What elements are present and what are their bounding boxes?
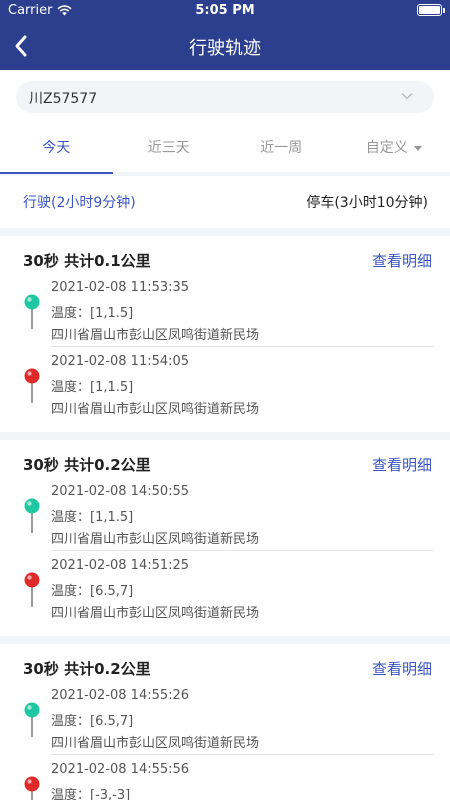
green-pin-icon: [24, 498, 40, 533]
status-time: 5:05 PM: [195, 3, 255, 18]
red-pin-icon: [24, 368, 40, 403]
view-detail-link[interactable]: 查看明细: [372, 454, 432, 475]
trip-start-point: 2021-02-08 14:50:55 温度：[1,1.5] 四川省眉山市彭山区…: [0, 484, 450, 550]
green-pin-icon: [24, 294, 40, 329]
summary-bar: 行驶(2小时9分钟) 停车(3小时10分钟): [0, 176, 450, 228]
trip-summary: 30秒 共计0.2公里: [23, 456, 151, 474]
trip-end-point: 2021-02-08 14:55:56 温度：[-3,-3]: [0, 762, 450, 800]
date-tabs: 今天 近三天 近一周 自定义: [0, 128, 450, 174]
divider: [51, 550, 434, 551]
point-address: 四川省眉山市彭山区凤鸣街道新民场: [51, 606, 260, 621]
status-bar: Carrier 5:05 PM: [0, 0, 450, 22]
view-detail-link[interactable]: 查看明细: [372, 250, 432, 271]
trip-card: 30秒 共计0.1公里 查看明细 2021-02-08 11:53:35 温度：…: [0, 236, 450, 432]
battery-icon: [417, 4, 445, 16]
tab-today[interactable]: 今天: [0, 128, 113, 174]
trip-summary: 30秒 共计0.2公里: [23, 660, 151, 678]
trip-start-point: 2021-02-08 11:53:35 温度：[1,1.5] 四川省眉山市彭山区…: [0, 280, 450, 346]
trip-end-point: 2021-02-08 14:51:25 温度：[6.5,7] 四川省眉山市彭山区…: [0, 558, 450, 624]
red-pin-icon: [24, 572, 40, 607]
tab-three-days[interactable]: 近三天: [113, 128, 226, 172]
view-detail-link[interactable]: 查看明细: [372, 658, 432, 679]
point-temperature: 温度：[1,1.5]: [51, 510, 134, 525]
nav-bar: 行驶轨迹: [0, 22, 450, 70]
divider: [51, 346, 434, 347]
tab-week[interactable]: 近一周: [225, 128, 338, 172]
chevron-down-icon: [401, 92, 413, 100]
plate-select[interactable]: 川Z57577: [16, 81, 434, 113]
trip-start-point: 2021-02-08 14:55:26 温度：[6.5,7] 四川省眉山市彭山区…: [0, 688, 450, 754]
point-temperature: 温度：[-3,-3]: [51, 788, 131, 800]
trip-end-point: 2021-02-08 11:54:05 温度：[1,1.5] 四川省眉山市彭山区…: [0, 354, 450, 420]
point-temperature: 温度：[6.5,7]: [51, 584, 134, 599]
header: Carrier 5:05 PM 行驶轨迹: [0, 0, 450, 70]
point-address: 四川省眉山市彭山区凤鸣街道新民场: [51, 532, 260, 547]
tab-custom[interactable]: 自定义: [338, 128, 450, 172]
stop-duration[interactable]: 停车(3小时10分钟): [306, 192, 428, 212]
point-time: 2021-02-08 11:53:35: [51, 280, 190, 295]
point-time: 2021-02-08 14:51:25: [51, 558, 190, 573]
point-address: 四川省眉山市彭山区凤鸣街道新民场: [51, 736, 260, 751]
green-pin-icon: [24, 702, 40, 737]
point-time: 2021-02-08 14:55:26: [51, 688, 190, 703]
trip-summary: 30秒 共计0.1公里: [23, 252, 151, 270]
divider: [51, 754, 434, 755]
point-address: 四川省眉山市彭山区凤鸣街道新民场: [51, 402, 260, 417]
red-pin-icon: [24, 776, 40, 800]
page-title: 行驶轨迹: [189, 38, 261, 59]
drive-duration[interactable]: 行驶(2小时9分钟): [23, 192, 136, 212]
trip-card: 30秒 共计0.2公里 查看明细 2021-02-08 14:55:26 温度：…: [0, 644, 450, 800]
point-time: 2021-02-08 14:50:55: [51, 484, 190, 499]
point-temperature: 温度：[1,1.5]: [51, 380, 134, 395]
trip-card: 30秒 共计0.2公里 查看明细 2021-02-08 14:50:55 温度：…: [0, 440, 450, 636]
point-time: 2021-02-08 11:54:05: [51, 354, 190, 369]
point-address: 四川省眉山市彭山区凤鸣街道新民场: [51, 328, 260, 343]
point-temperature: 温度：[6.5,7]: [51, 714, 134, 729]
plate-section: 川Z57577: [0, 70, 450, 128]
point-temperature: 温度：[1,1.5]: [51, 306, 134, 321]
caret-down-icon: [413, 145, 422, 151]
plate-value: 川Z57577: [29, 91, 98, 107]
point-time: 2021-02-08 14:55:56: [51, 762, 190, 777]
